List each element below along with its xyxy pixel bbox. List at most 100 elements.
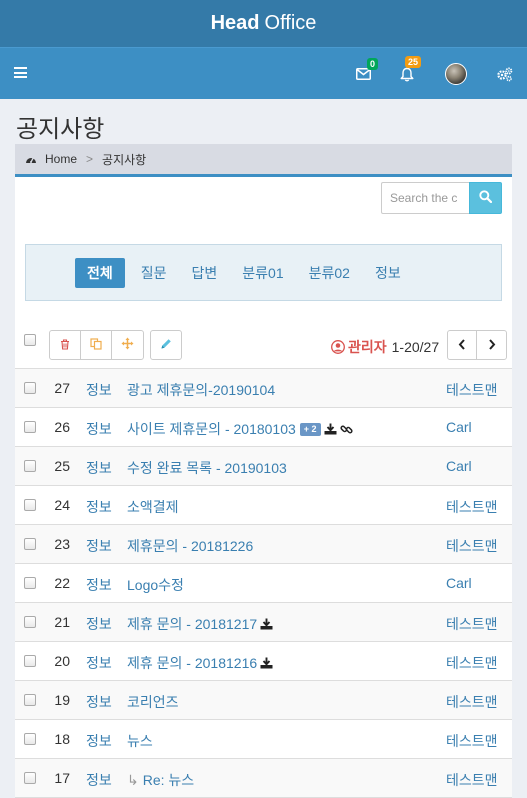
post-title-text[interactable]: 제휴 문의 - 20181216: [127, 653, 257, 673]
breadcrumb-home[interactable]: Home: [45, 152, 77, 166]
row-checkbox[interactable]: [24, 733, 36, 745]
comment-count-badge: + 2: [299, 422, 321, 436]
post-author[interactable]: Carl: [446, 419, 472, 435]
next-page-button[interactable]: [477, 331, 506, 359]
category-tab[interactable]: 질문: [141, 263, 167, 283]
post-title-text[interactable]: 코리언즈: [127, 692, 179, 712]
table-row: 20 정보 제휴 문의 - 20181216 테스트맨: [15, 642, 512, 681]
category-tab[interactable]: 분류01: [242, 263, 283, 283]
post-category[interactable]: 정보: [86, 497, 112, 517]
post-category[interactable]: 정보: [86, 536, 112, 556]
post-title[interactable]: 제휴문의 - 20181226: [127, 536, 253, 556]
post-author[interactable]: 테스트맨: [446, 731, 498, 751]
post-title[interactable]: 사이트 제휴문의 - 20180103 + 2: [127, 419, 353, 439]
post-number: 22: [54, 575, 70, 591]
brand-bold: Head: [210, 12, 260, 34]
copy-button[interactable]: [81, 331, 112, 359]
category-tab[interactable]: 정보: [375, 263, 401, 283]
notifications-button[interactable]: 25: [400, 48, 422, 100]
mail-count-badge: 0: [367, 58, 379, 70]
search-input[interactable]: [381, 182, 469, 214]
user-menu[interactable]: [445, 48, 467, 100]
delete-button[interactable]: [50, 331, 81, 359]
post-category[interactable]: 정보: [86, 614, 112, 634]
post-title-text[interactable]: 제휴문의 - 20181226: [127, 536, 253, 556]
post-title[interactable]: 수정 완료 목록 - 20190103: [127, 458, 287, 478]
row-checkbox[interactable]: [24, 772, 36, 784]
chevron-right-icon: [488, 337, 496, 353]
post-title-text[interactable]: 광고 제휴문의-20190104: [127, 380, 275, 400]
row-checkbox[interactable]: [24, 421, 36, 433]
table-row: 19 정보 코리언즈 테스트맨: [15, 681, 512, 720]
post-author[interactable]: 테스트맨: [446, 692, 498, 712]
post-author[interactable]: 테스트맨: [446, 380, 498, 400]
pager: [447, 330, 507, 360]
post-author[interactable]: 테스트맨: [446, 536, 498, 556]
post-category[interactable]: 정보: [86, 419, 112, 439]
post-category[interactable]: 정보: [86, 692, 112, 712]
post-title-text[interactable]: 수정 완료 목록 - 20190103: [127, 458, 287, 478]
post-category[interactable]: 정보: [86, 770, 112, 790]
bell-icon: [400, 67, 414, 82]
category-tab[interactable]: 답변: [192, 263, 218, 283]
breadcrumb: Home > 공지사항: [15, 144, 512, 174]
post-title-text[interactable]: 소액결제: [127, 497, 179, 517]
select-all-checkbox[interactable]: [24, 334, 36, 346]
menu-toggle-icon[interactable]: [14, 67, 27, 78]
avatar: [445, 63, 467, 85]
table-row: 26 정보 사이트 제휴문의 - 20180103 + 2 Carl: [15, 408, 512, 447]
breadcrumb-separator: >: [86, 152, 94, 166]
settings-button[interactable]: [496, 48, 513, 100]
write-button[interactable]: [150, 330, 182, 360]
board-panel: 전체 질문 답변 분류01 분류02 정보 관리자 1-20/27: [15, 174, 512, 798]
post-author[interactable]: 테스트맨: [446, 770, 498, 790]
post-title-text[interactable]: 사이트 제휴문의 - 20180103: [127, 419, 296, 439]
row-checkbox[interactable]: [24, 538, 36, 550]
post-author[interactable]: 테스트맨: [446, 614, 498, 634]
category-tab[interactable]: 분류02: [309, 263, 350, 283]
mail-button[interactable]: 0: [356, 48, 379, 100]
row-checkbox[interactable]: [24, 616, 36, 628]
post-title[interactable]: 제휴 문의 - 20181216: [127, 653, 273, 673]
post-title[interactable]: ↳ Re: 뉴스: [127, 770, 194, 790]
post-title[interactable]: 소액결제: [127, 497, 179, 517]
move-button[interactable]: [112, 331, 143, 359]
prev-page-button[interactable]: [448, 331, 477, 359]
post-title-text[interactable]: 뉴스: [127, 731, 153, 751]
post-list: 27 정보 광고 제휴문의-20190104 테스트맨 26 정보 사이트 제휴문의 - 2…: [15, 368, 512, 798]
post-title[interactable]: 뉴스: [127, 731, 153, 751]
post-category[interactable]: 정보: [86, 575, 112, 595]
navbar: 0 25: [0, 47, 527, 99]
search-button[interactable]: [469, 182, 502, 214]
post-category[interactable]: 정보: [86, 731, 112, 751]
post-title[interactable]: 광고 제휴문의-20190104: [127, 380, 275, 400]
post-number: 23: [54, 536, 70, 552]
user-filter: 관리자 1-20/27: [331, 337, 439, 357]
table-row: 24 정보 소액결제 테스트맨: [15, 486, 512, 525]
row-checkbox[interactable]: [24, 499, 36, 511]
post-title-text[interactable]: 제휴 문의 - 20181217: [127, 614, 257, 634]
row-checkbox[interactable]: [24, 460, 36, 472]
post-category[interactable]: 정보: [86, 458, 112, 478]
current-user-name[interactable]: 관리자: [348, 337, 387, 357]
row-checkbox[interactable]: [24, 577, 36, 589]
post-title-text[interactable]: Re: 뉴스: [143, 770, 194, 790]
post-title[interactable]: Logo수정: [127, 575, 184, 595]
post-author[interactable]: 테스트맨: [446, 497, 498, 517]
category-tab[interactable]: 전체: [75, 257, 125, 288]
post-title[interactable]: 코리언즈: [127, 692, 179, 712]
post-title[interactable]: 제휴 문의 - 20181217: [127, 614, 273, 634]
breadcrumb-current: 공지사항: [102, 152, 147, 167]
post-title-text[interactable]: Logo수정: [127, 575, 184, 595]
post-author[interactable]: Carl: [446, 575, 472, 591]
row-checkbox[interactable]: [24, 694, 36, 706]
post-category[interactable]: 정보: [86, 653, 112, 673]
page-title: 공지사항: [16, 116, 105, 143]
post-author[interactable]: 테스트맨: [446, 653, 498, 673]
row-checkbox[interactable]: [24, 655, 36, 667]
pencil-icon: [160, 337, 172, 353]
table-row: 18 정보 뉴스 테스트맨: [15, 720, 512, 759]
post-category[interactable]: 정보: [86, 380, 112, 400]
row-checkbox[interactable]: [24, 382, 36, 394]
post-author[interactable]: Carl: [446, 458, 472, 474]
